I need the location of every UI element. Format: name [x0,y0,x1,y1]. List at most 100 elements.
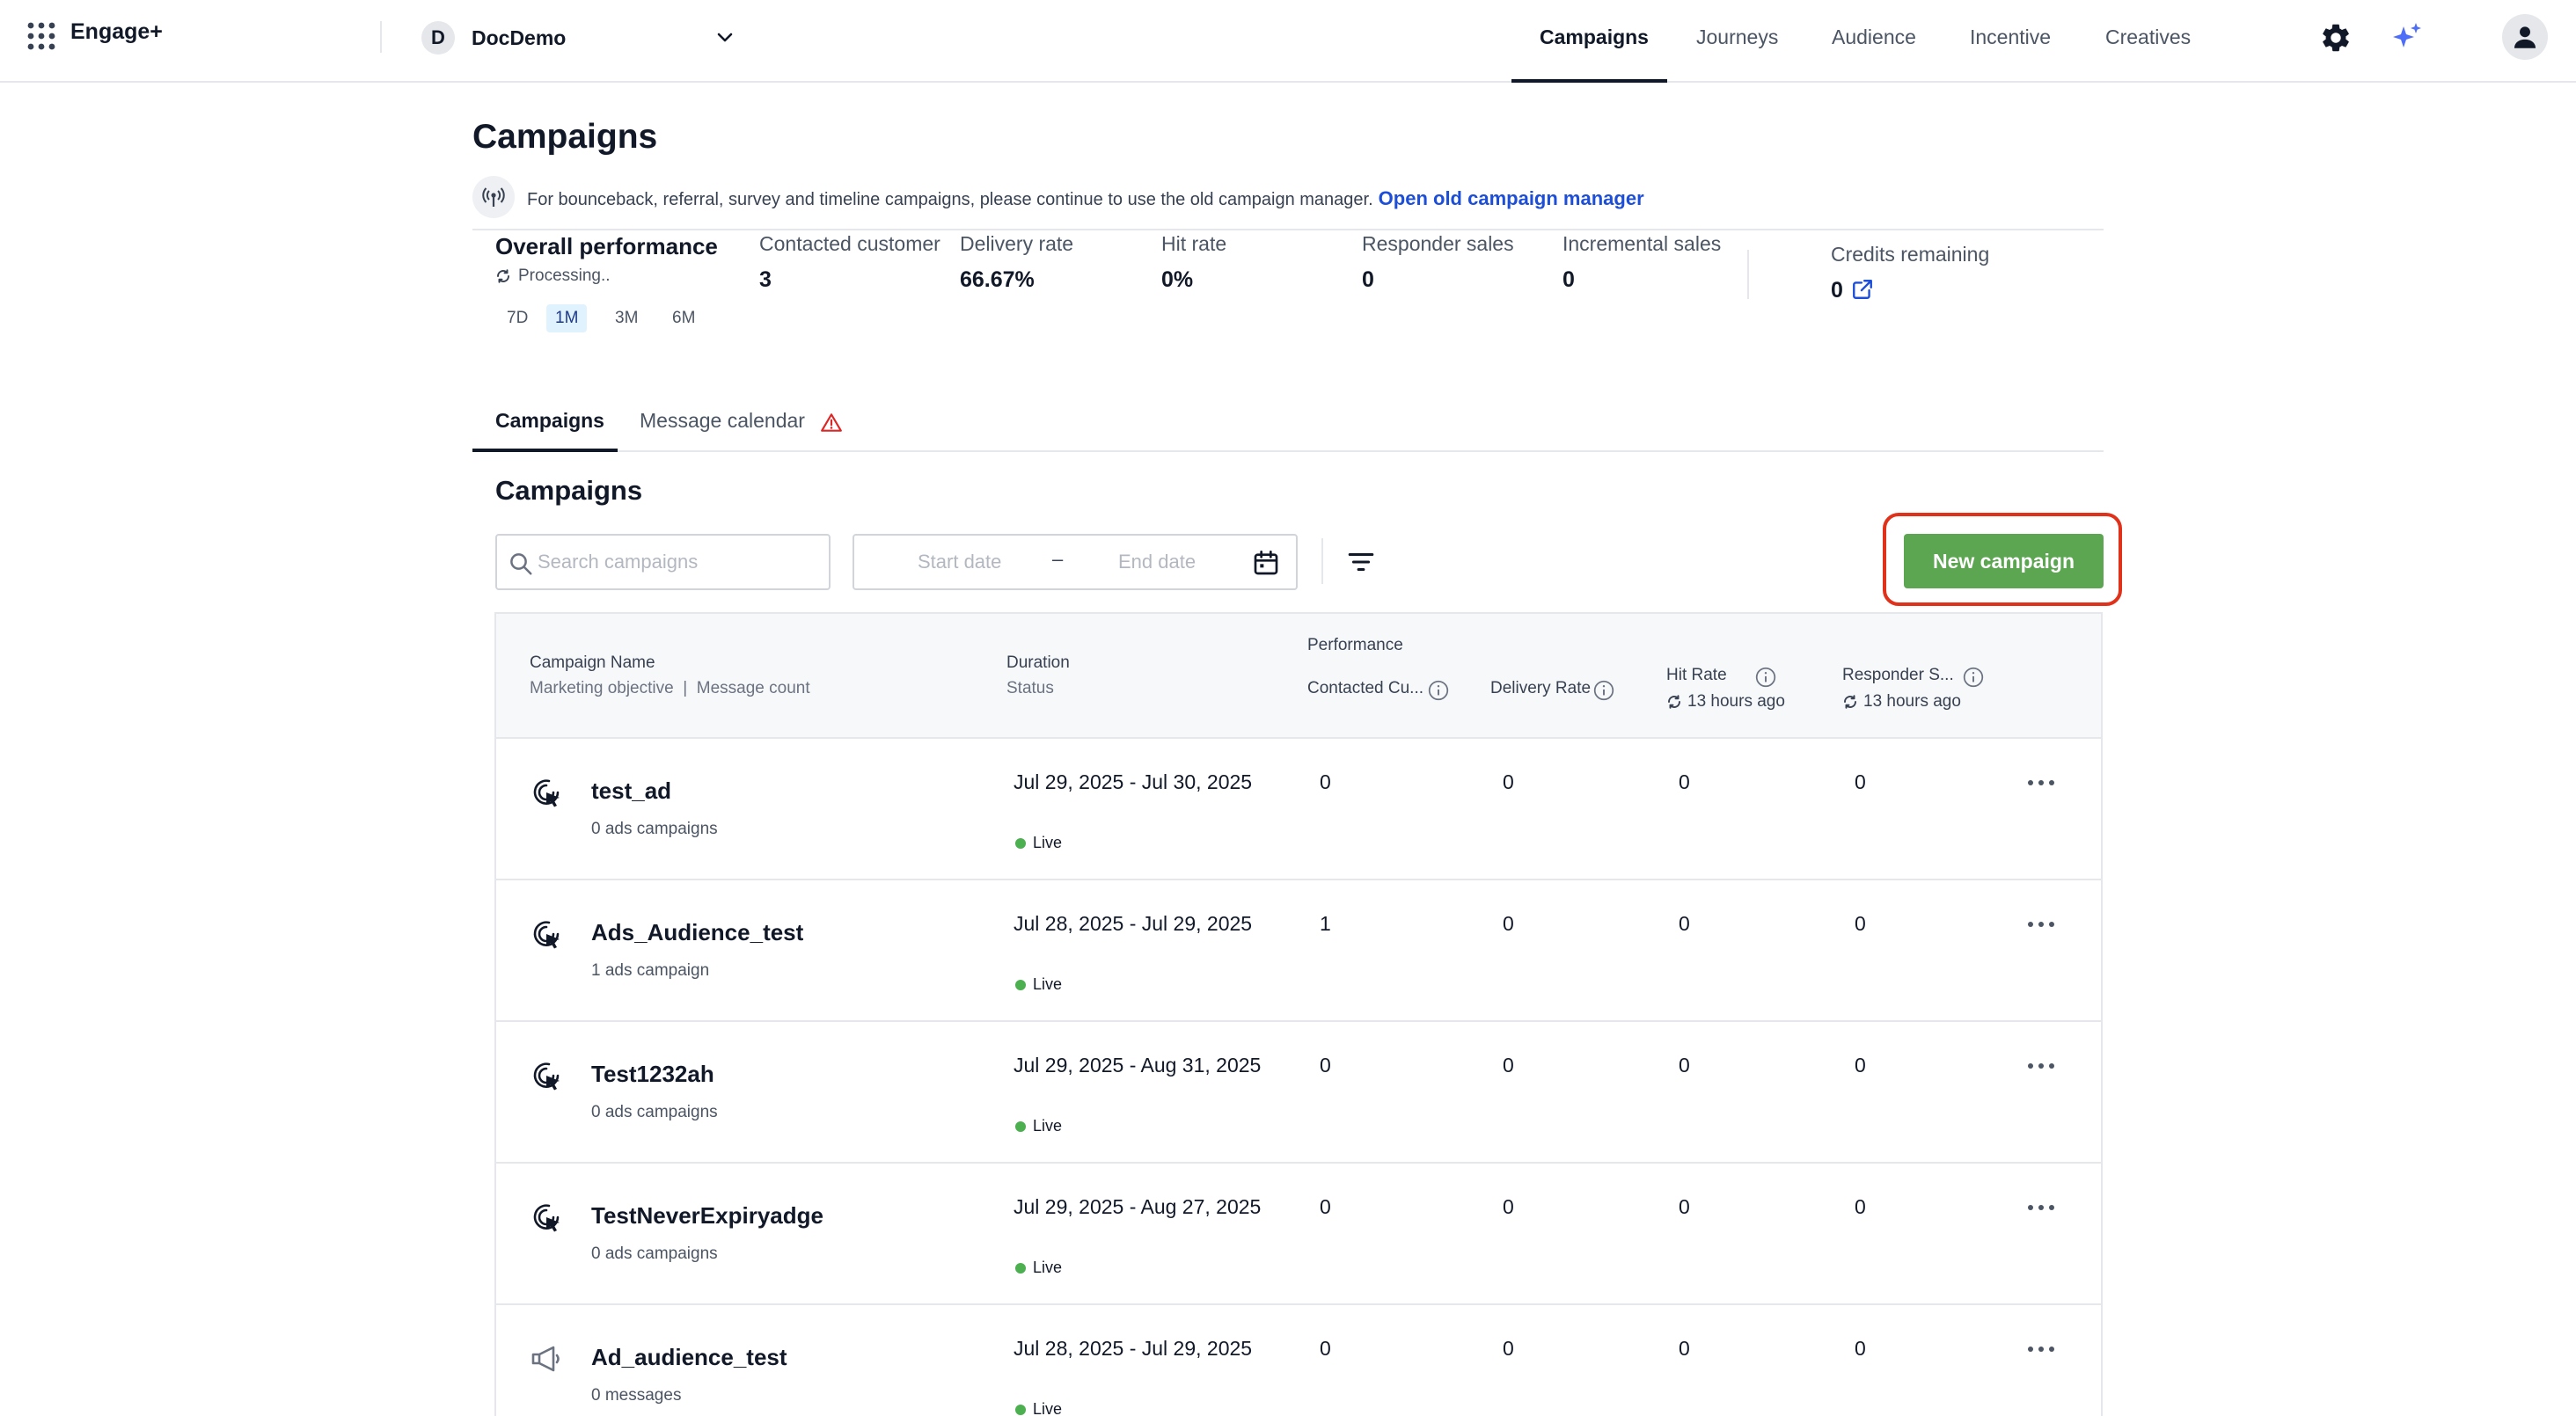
new-campaign-button[interactable]: New campaign [1904,534,2104,588]
workspace-name[interactable]: DocDemo [472,26,566,50]
tab-message-calendar[interactable]: Message calendar [640,409,805,433]
header-delivery-rate: Delivery Rate [1490,679,1592,697]
more-options-icon[interactable] [2023,1340,2059,1358]
warning-icon [820,412,843,434]
status-text: Live [1033,834,1063,851]
info-icon[interactable] [1592,679,1615,702]
campaign-duration: Jul 29, 2025 - Jul 30, 2025 [1014,770,1253,793]
nav-tab-incentive[interactable]: Incentive [1970,26,2051,49]
hit-value: 0 [1679,912,1690,935]
hit-value: 0 [1679,1195,1690,1218]
chevron-down-icon[interactable] [714,26,735,47]
contacted-value: 0 [1320,1054,1331,1077]
nav-tab-creatives[interactable]: Creatives [2105,26,2191,49]
more-options-icon[interactable] [2023,1057,2059,1075]
table-row[interactable]: Ads_Audience_test 1 ads campaign Jul 28,… [496,880,2101,1022]
more-options-icon[interactable] [2023,1199,2059,1216]
header-objective-count: Marketing objective | Message count [530,679,810,698]
metric-delivery-value: 66.67% [960,267,1035,292]
end-date-field[interactable]: End date [1118,551,1196,573]
user-avatar[interactable] [2502,14,2548,60]
sync-icon [1844,695,1856,709]
nav-tab-campaigns[interactable]: Campaigns [1540,26,1649,49]
external-link-icon[interactable] [1851,278,1874,301]
period-6m[interactable]: 6M [663,304,704,332]
date-range-picker[interactable]: Start date – End date [853,534,1298,590]
metric-contacted-value: 3 [759,267,772,292]
filter-icon[interactable] [1346,547,1376,577]
campaign-count: 0 ads campaigns [591,1244,718,1263]
credits-remaining-value: 0 [1831,278,1843,303]
table-row[interactable]: test_ad 0 ads campaigns Jul 29, 2025 - J… [496,739,2101,880]
metric-responder-label: Responder sales [1362,232,1514,255]
live-status-dot [1015,979,1026,990]
contacted-value: 0 [1320,770,1331,793]
tab-active-indicator [472,449,618,452]
header-performance: Performance [1307,636,1403,654]
period-7d[interactable]: 7D [498,304,537,332]
contacted-value: 0 [1320,1195,1331,1218]
delivery-value: 0 [1503,1337,1514,1360]
date-separator: – [1052,548,1064,570]
campaign-name[interactable]: Ads_Audience_test [591,919,803,946]
campaigns-table: Campaign Name Marketing objective | Mess… [494,612,2103,1416]
period-3m[interactable]: 3M [606,304,647,332]
delivery-value: 0 [1503,912,1514,935]
ads-cursor-icon [530,1059,563,1092]
header-duration: Duration [1006,653,1070,672]
live-status-dot [1015,1120,1026,1132]
responder-updated: 13 hours ago [1842,692,1961,712]
table-row[interactable]: Ad_audience_test 0 messages Jul 28, 2025… [496,1305,2101,1416]
header-contacted: Contacted Cu... [1307,679,1424,697]
search-input[interactable] [538,543,819,581]
live-status-dot [1015,1262,1026,1274]
status-badge: Live [1015,834,1062,852]
delivery-value: 0 [1503,1195,1514,1218]
open-old-campaign-manager-link[interactable]: Open old campaign manager [1379,187,1644,209]
responder-value: 0 [1855,770,1866,793]
responder-value: 0 [1855,1054,1866,1077]
page-title: Campaigns [472,118,658,156]
more-options-icon[interactable] [2023,916,2059,933]
search-box [495,534,831,590]
gear-icon[interactable] [2319,21,2353,55]
nav-tab-audience[interactable]: Audience [1832,26,1916,49]
metric-hit-value: 0% [1161,267,1194,292]
start-date-field[interactable]: Start date [918,551,1001,573]
status-badge: Live [1015,1117,1062,1135]
info-icon[interactable] [1427,679,1450,702]
workspace-avatar: D [421,21,455,55]
info-icon[interactable] [1754,666,1777,689]
campaign-duration: Jul 29, 2025 - Aug 31, 2025 [1014,1054,1262,1077]
calendar-icon[interactable] [1252,549,1280,577]
nav-tab-journeys[interactable]: Journeys [1696,26,1778,49]
person-icon [2514,26,2536,48]
responder-value: 0 [1855,1195,1866,1218]
campaign-name[interactable]: Test1232ah [591,1061,714,1088]
tab-campaigns[interactable]: Campaigns [495,409,604,433]
status-text: Live [1033,975,1063,993]
hit-rate-updated-text: 13 hours ago [1687,692,1785,711]
app-launcher-grid-icon[interactable] [26,21,56,51]
info-icon[interactable] [1962,666,1985,689]
divider [472,229,2104,230]
table-row[interactable]: TestNeverExpiryadge 0 ads campaigns Jul … [496,1164,2101,1305]
campaign-name[interactable]: TestNeverExpiryadge [591,1202,823,1230]
processing-status: Processing.. [495,266,611,286]
period-1m[interactable]: 1M [546,304,588,332]
metric-incremental-value: 0 [1562,267,1575,292]
header-message-count: Message count [696,679,810,697]
sync-icon [1668,695,1680,709]
contacted-value: 1 [1320,912,1331,935]
campaign-name[interactable]: Ad_audience_test [591,1344,787,1371]
table-row[interactable]: Test1232ah 0 ads campaigns Jul 29, 2025 … [496,1022,2101,1164]
more-options-icon[interactable] [2023,774,2059,792]
ai-sparkle-icon[interactable] [2389,19,2425,55]
campaign-name[interactable]: test_ad [591,777,671,805]
header-responder-sales: Responder S... [1842,666,1954,684]
megaphone-icon [530,1342,563,1376]
metric-responder-value: 0 [1362,267,1374,292]
divider [1321,538,1323,584]
ads-cursor-icon [530,776,563,809]
hit-value: 0 [1679,770,1690,793]
